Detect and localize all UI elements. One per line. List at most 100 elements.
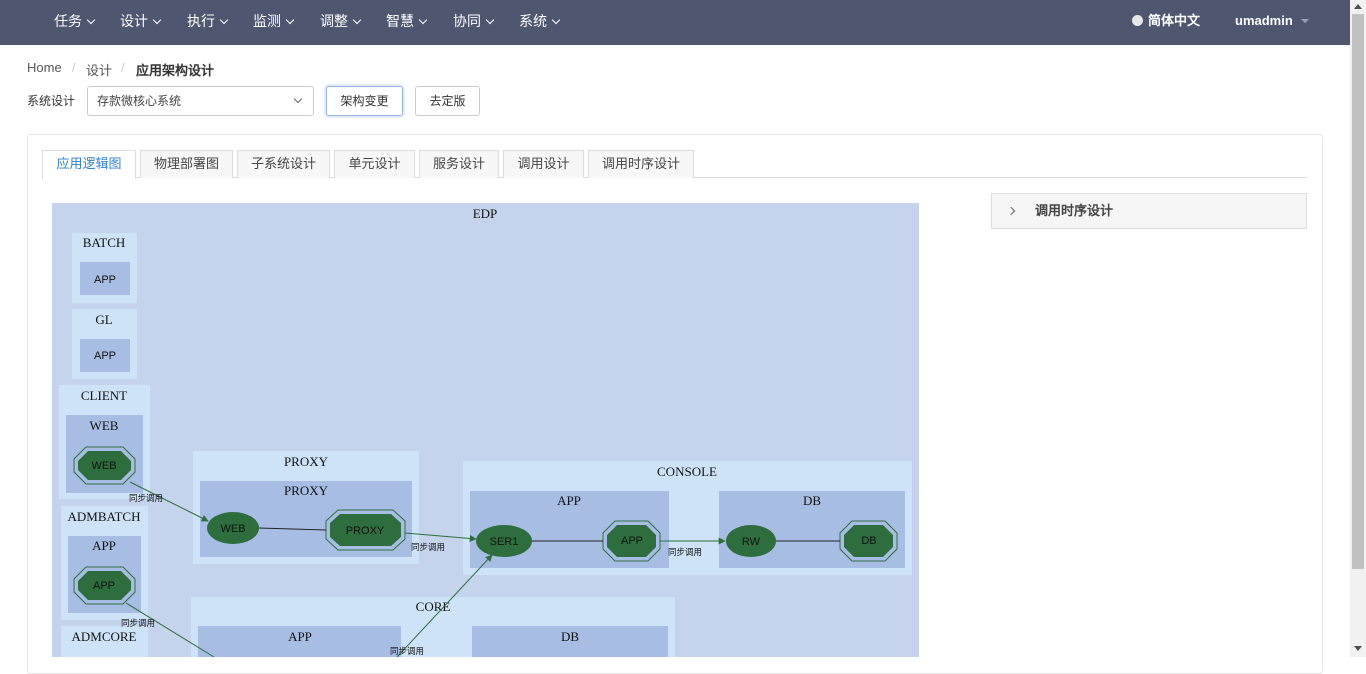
language-label: 简体中文 — [1148, 13, 1201, 28]
nav-menu-system[interactable]: 系统 — [519, 0, 561, 45]
node-label: WEB — [91, 460, 116, 472]
cluster-title: PROXY — [284, 454, 329, 469]
chevron-down-icon — [293, 94, 303, 104]
node-gl-app[interactable]: APP — [80, 339, 130, 372]
nav-menu-label: 任务 — [54, 13, 82, 29]
cluster-title: PROXY — [284, 483, 329, 498]
edge-label: 同步调用 — [390, 646, 424, 656]
node-label: APP — [94, 274, 116, 286]
cluster-title: ADMCORE — [71, 629, 136, 644]
nav-menu-wisdom[interactable]: 智慧 — [386, 0, 428, 45]
scroll-up-icon[interactable] — [1354, 4, 1362, 9]
breadcrumb-design[interactable]: 设计 — [86, 60, 112, 79]
node-batch-app[interactable]: APP — [80, 262, 130, 295]
cluster-batch: BATCH APP — [72, 233, 137, 303]
node-label: APP — [94, 350, 116, 362]
tab-physical-deployment[interactable]: 物理部署图 — [140, 150, 233, 178]
node-label: APP — [93, 580, 115, 592]
nav-menu-label: 调整 — [320, 13, 348, 29]
nav-menu-execute[interactable]: 执行 — [187, 0, 229, 45]
cluster-admcore: ADMCORE — [61, 626, 148, 657]
chevron-down-icon — [219, 15, 229, 25]
node-console-rw[interactable]: RW — [726, 525, 776, 557]
tab-service-design[interactable]: 服务设计 — [419, 150, 499, 178]
cluster-title: EDP — [473, 206, 498, 221]
nav-menu-label: 执行 — [187, 13, 215, 29]
chevron-down-icon — [152, 15, 162, 25]
chevron-down-icon — [485, 15, 495, 25]
nav-menu-label: 协同 — [453, 13, 481, 29]
cluster-edp: EDP — [52, 203, 919, 657]
user-menu[interactable]: umadmin — [1235, 0, 1309, 45]
cluster-title: BATCH — [83, 235, 126, 250]
nav-menu-collab[interactable]: 协同 — [453, 0, 495, 45]
cluster-proxy: PROXY PROXY WEB PROXY — [193, 451, 419, 564]
edge-label: 同步调用 — [129, 493, 163, 503]
breadcrumb-current: 应用架构设计 — [136, 63, 215, 78]
tab-call-sequence-design[interactable]: 调用时序设计 — [588, 150, 694, 178]
scroll-down-icon[interactable] — [1354, 646, 1362, 651]
collapse-title: 调用时序设计 — [1035, 203, 1114, 218]
call-sequence-collapse[interactable]: 调用时序设计 — [991, 193, 1307, 229]
nav-menu-label: 智慧 — [386, 13, 414, 29]
node-label: PROXY — [346, 525, 385, 537]
nav-menu-label: 监测 — [253, 13, 281, 29]
system-select[interactable]: 存款微核心系统 — [87, 86, 314, 116]
nav-menu-label: 系统 — [519, 13, 547, 29]
tab-app-logic-diagram[interactable]: 应用逻辑图 — [42, 150, 136, 179]
nav-menu-adjust[interactable]: 调整 — [320, 0, 362, 45]
node-label: WEB — [220, 523, 245, 535]
breadcrumb-separator: / — [121, 60, 125, 75]
cluster-title: APP — [288, 629, 312, 644]
edge-label: 同步调用 — [411, 542, 445, 552]
tab-unit-design[interactable]: 单元设计 — [334, 150, 415, 178]
vertical-scrollbar[interactable] — [1350, 0, 1366, 657]
architecture-diagram: EDP BATCH APP GL APP CLIENT WEB WEB ADMB… — [52, 203, 919, 657]
cluster-title: CORE — [416, 599, 451, 614]
top-navbar: 任务 设计 执行 监测 调整 智慧 协同 系统 简体中文 umadmin — [0, 0, 1350, 45]
cluster-core: CORE APP DB — [191, 597, 675, 657]
node-console-ser1[interactable]: SER1 — [476, 525, 532, 557]
globe-icon — [1132, 15, 1143, 26]
chevron-down-icon — [86, 15, 96, 25]
system-select-value: 存款微核心系统 — [97, 94, 182, 108]
nav-menu-label: 设计 — [120, 13, 148, 29]
chevron-right-icon — [1006, 206, 1016, 216]
cluster-admbatch: ADMBATCH APP APP — [61, 506, 148, 620]
breadcrumb-home[interactable]: Home — [27, 60, 62, 75]
username: umadmin — [1235, 13, 1293, 28]
nav-menu-design[interactable]: 设计 — [120, 0, 162, 45]
node-proxy-web[interactable]: WEB — [207, 512, 259, 544]
cluster-title: WEB — [90, 418, 119, 433]
architecture-change-button[interactable]: 架构变更 — [326, 86, 403, 116]
cluster-title: CLIENT — [81, 388, 127, 403]
edge-label: 同步调用 — [121, 618, 155, 628]
tab-subsystem-design[interactable]: 子系统设计 — [237, 150, 330, 178]
cluster-client: CLIENT WEB WEB — [59, 385, 150, 499]
caret-down-icon — [1300, 19, 1309, 23]
chevron-down-icon — [551, 15, 561, 25]
system-design-label: 系统设计 — [27, 94, 76, 108]
nav-menu-task[interactable]: 任务 — [54, 0, 96, 45]
node-label: SER1 — [490, 536, 519, 548]
chevron-down-icon — [352, 15, 362, 25]
cluster-gl: GL APP — [72, 309, 137, 379]
cluster-title: ADMBATCH — [68, 509, 141, 524]
cluster-title: APP — [557, 493, 581, 508]
nav-menu-monitor[interactable]: 监测 — [253, 0, 295, 45]
language-switcher[interactable]: 简体中文 — [1132, 0, 1200, 45]
node-proxy-proxy[interactable]: PROXY — [325, 509, 406, 551]
edge-label: 同步调用 — [668, 547, 702, 557]
tab-call-design[interactable]: 调用设计 — [503, 150, 584, 178]
breadcrumb-separator: / — [72, 60, 76, 75]
cluster-title: APP — [92, 538, 116, 553]
cluster-title: DB — [561, 629, 579, 644]
cluster-title: GL — [95, 312, 112, 327]
cluster-title: CONSOLE — [657, 464, 717, 479]
node-label: APP — [621, 535, 643, 547]
cluster-console: CONSOLE APP SER1 APP DB RW DB — [463, 461, 912, 575]
unfinalize-button[interactable]: 去定版 — [415, 86, 480, 116]
node-label: DB — [861, 535, 876, 547]
node-label: RW — [742, 536, 761, 548]
scrollbar-thumb[interactable] — [1352, 14, 1364, 569]
